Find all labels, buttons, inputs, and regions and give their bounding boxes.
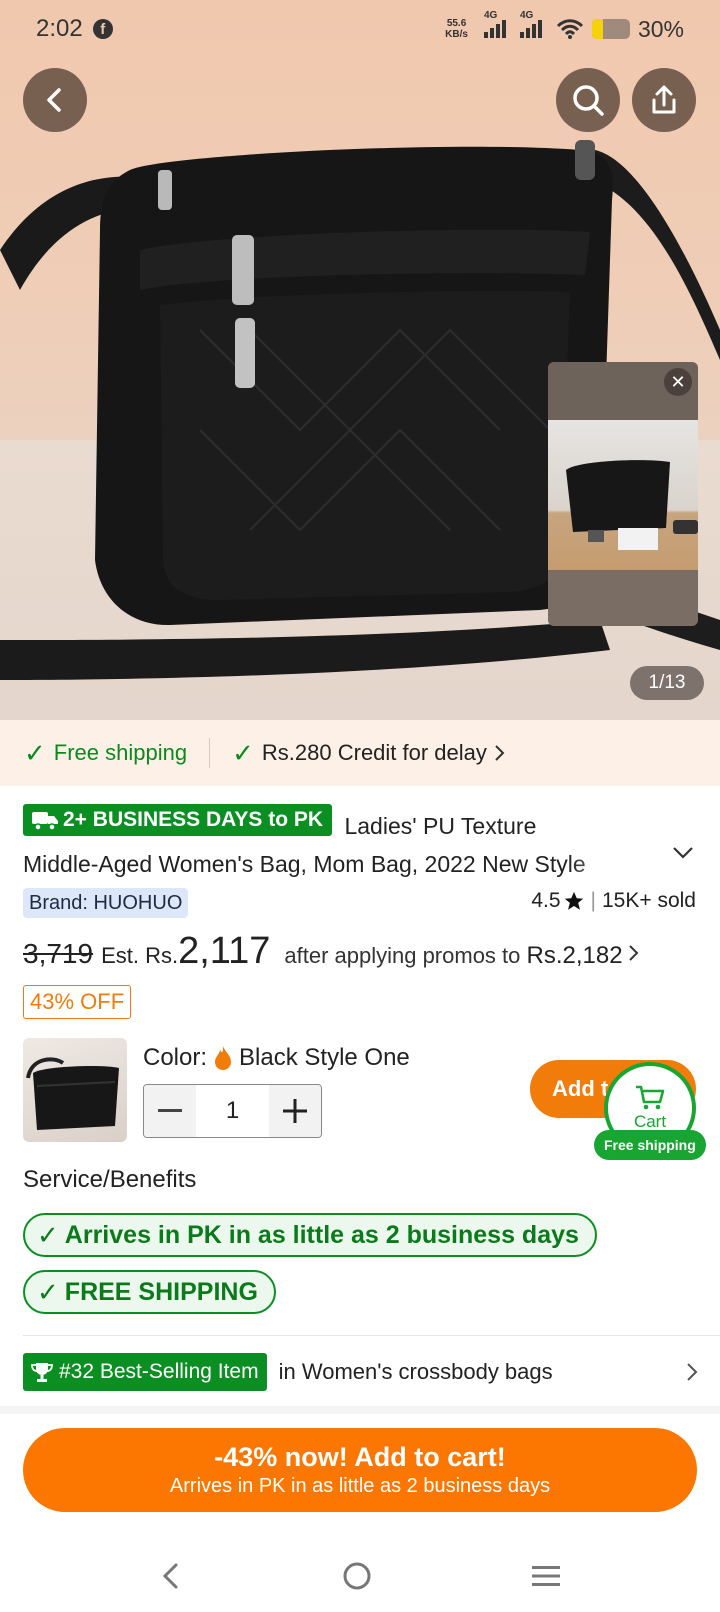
cart-free-shipping: Free shipping — [594, 1130, 706, 1160]
chevron-right-icon — [687, 1363, 698, 1381]
chevron-right-icon — [495, 745, 505, 761]
add-to-cart-cta[interactable]: -43% now! Add to cart! Arrives in PK in … — [23, 1428, 697, 1512]
facebook-icon: f — [92, 19, 113, 39]
share-icon — [652, 85, 676, 114]
chevron-left-icon — [47, 88, 61, 112]
check-icon: ✓ — [37, 1276, 59, 1307]
nav-back-icon[interactable] — [158, 1561, 184, 1591]
cart-label: Cart — [633, 1112, 667, 1131]
nav-recents-icon[interactable] — [530, 1563, 562, 1589]
original-price: 3,719 — [23, 938, 94, 969]
system-nav-bar — [0, 1540, 720, 1612]
minus-icon — [158, 1109, 182, 1112]
color-selection[interactable]: Color: Black Style One — [143, 1044, 410, 1072]
rating-summary[interactable]: 4.5 | 15K+ sold — [531, 889, 696, 913]
image-counter: 1/13 — [630, 666, 704, 700]
back-button[interactable] — [23, 68, 87, 132]
trophy-icon — [31, 1363, 53, 1382]
promo-text: after applying promos to Rs.2,182 — [284, 942, 623, 969]
shipping-bar[interactable]: ✓ Free shipping ✓ Rs.280 Credit for dela… — [0, 720, 720, 786]
chevron-right-icon — [628, 945, 639, 961]
service-free-shipping[interactable]: ✓ FREE SHIPPING — [23, 1270, 276, 1314]
title-line-1: Ladies' PU Texture — [344, 813, 537, 839]
check-icon: ✓ — [232, 737, 254, 768]
search-icon — [573, 85, 604, 116]
decrease-button[interactable] — [144, 1085, 196, 1137]
product-title[interactable]: 2+ BUSINESS DAYS to PK Ladies' PU Textur… — [23, 804, 683, 883]
est-label: Est. Rs. — [101, 943, 179, 968]
current-price: 2,117 — [178, 930, 271, 972]
battery-percent: 30% — [637, 15, 684, 42]
free-shipping-text: Free shipping — [53, 740, 188, 765]
title-line-2: Middle-Aged Women's Bag, Mom Bag, 2022 N… — [23, 851, 586, 877]
nav-home-icon[interactable] — [341, 1560, 373, 1592]
wifi-icon — [556, 19, 584, 39]
promo-price: Rs.2,182 — [526, 942, 623, 969]
quantity-stepper[interactable]: 1 — [143, 1084, 322, 1138]
plus-icon — [283, 1099, 307, 1123]
increase-button[interactable] — [269, 1085, 321, 1137]
discount-badge: 43% OFF — [23, 985, 132, 1019]
rating-value: 4.5 — [531, 889, 561, 912]
signal-icon: 4G — [483, 10, 506, 38]
best-seller-badge: #32 Best-Selling Item — [23, 1353, 267, 1391]
chevron-down-icon[interactable] — [672, 846, 694, 860]
best-seller-row[interactable]: #32 Best-Selling Item in Women's crossbo… — [23, 1352, 699, 1392]
brand-tag[interactable]: Brand: HUOHUO — [23, 888, 189, 918]
video-thumbnail — [548, 420, 698, 570]
check-icon: ✓ — [24, 737, 46, 768]
close-icon: ✕ — [670, 371, 686, 392]
color-value: Black Style One — [239, 1044, 410, 1071]
truck-icon — [32, 812, 58, 831]
delivery-badge: 2+ BUSINESS DAYS to PK — [23, 804, 333, 836]
sold-count: 15K+ sold — [602, 889, 696, 912]
check-icon: ✓ — [37, 1219, 59, 1250]
signal-icon-2: 4G — [519, 10, 542, 38]
video-preview[interactable]: ✕ — [548, 362, 698, 626]
star-icon — [564, 891, 583, 910]
quantity-value[interactable]: 1 — [196, 1085, 269, 1137]
service-arrival[interactable]: ✓ Arrives in PK in as little as 2 busine… — [23, 1213, 597, 1257]
best-seller-category: in Women's crossbody bags — [278, 1359, 553, 1384]
search-button[interactable] — [556, 68, 620, 132]
credit-text: Rs.280 Credit for delay — [261, 740, 487, 765]
status-time: 2:02 — [36, 15, 83, 42]
close-video-button[interactable]: ✕ — [664, 368, 692, 396]
price-row[interactable]: 3,719 Est. Rs. 2,117 after applying prom… — [23, 930, 641, 973]
cart-icon — [636, 1085, 665, 1110]
fire-icon — [215, 1046, 232, 1070]
services-title: Service/Benefits — [23, 1166, 197, 1193]
share-button[interactable] — [632, 68, 696, 132]
net-speed: 55.6 KB/s — [445, 18, 468, 40]
battery-icon — [591, 19, 630, 39]
status-bar: 2:02 f 55.6 KB/s 4G 4G 30% — [0, 0, 720, 58]
sku-thumbnail[interactable] — [23, 1038, 127, 1142]
